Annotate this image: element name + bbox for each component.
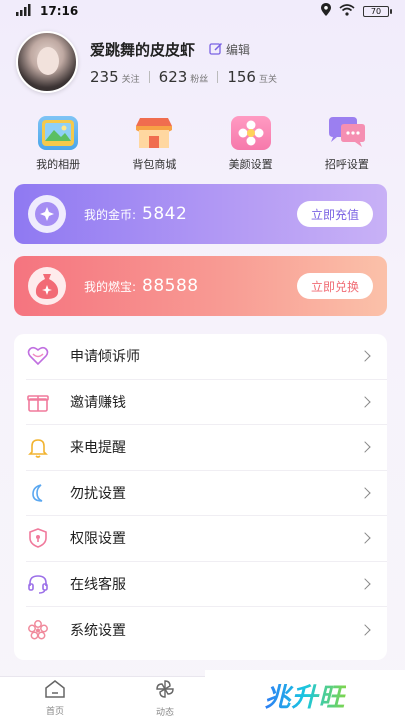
tab-home[interactable]: 首页: [0, 677, 110, 720]
location-icon: [321, 3, 331, 19]
menu-item-permissions[interactable]: 权限设置: [26, 516, 387, 562]
nickname: 爱跳舞的皮皮虾: [90, 40, 196, 59]
quick-action-shop[interactable]: 背包商城: [111, 116, 197, 176]
tab-label: 首页: [45, 707, 64, 717]
headset-icon: [26, 572, 50, 596]
heart-chat-icon: [26, 344, 50, 368]
divider: [148, 70, 150, 83]
greeting-chat-icon: [327, 116, 367, 150]
status-bar: 17:16 70: [0, 0, 405, 22]
gift-icon: [26, 390, 50, 414]
watermark: 兆升旺: [205, 670, 405, 720]
shield-icon: [26, 526, 50, 550]
bell-icon: [26, 435, 50, 459]
shop-icon: [134, 116, 174, 150]
treasure-card: 我的燃宝: 88588 立即兑换: [14, 256, 387, 316]
quick-action-album[interactable]: 我的相册: [15, 116, 101, 176]
stats-row: 235 关注 623 粉丝 156 互关: [90, 68, 277, 86]
edit-icon: [209, 42, 223, 55]
moon-icon: [26, 481, 50, 505]
mutual-count[interactable]: 156: [227, 68, 256, 86]
menu-item-label: 在线客服: [70, 576, 126, 593]
menu-item-invite[interactable]: 邀请赚钱: [26, 380, 387, 425]
quick-action-label: 我的相册: [36, 158, 81, 171]
quick-action-label: 招呼设置: [324, 158, 369, 171]
chevron-right-icon: [359, 441, 371, 453]
menu-item-label: 权限设置: [70, 531, 126, 548]
following-count[interactable]: 235: [90, 68, 119, 86]
chevron-right-icon: [359, 487, 371, 499]
signal-icon: [16, 3, 34, 19]
chevron-right-icon: [359, 350, 371, 362]
divider: [217, 70, 219, 83]
settings-flower-icon: [26, 618, 50, 642]
home-icon: [44, 680, 66, 702]
tab-label: 动态: [155, 708, 174, 718]
settings-menu: 申请倾诉师 邀请赚钱 来电提醒 勿扰设置 权限设置 在线客服 系统设置: [14, 334, 387, 660]
menu-item-apply-listener[interactable]: 申请倾诉师: [26, 334, 387, 380]
quick-action-label: 背包商城: [132, 158, 177, 171]
quick-action-label: 美颜设置: [228, 158, 273, 171]
coin-icon: [28, 195, 66, 233]
quick-action-beauty[interactable]: 美颜设置: [208, 116, 294, 176]
mutual-label: 互关: [258, 74, 277, 85]
beauty-icon: [230, 116, 271, 150]
chevron-right-icon: [359, 624, 371, 636]
quick-actions: 我的相册 背包商城 美颜设置 招呼设置: [10, 116, 395, 176]
watermark-text: 兆升旺: [264, 677, 345, 714]
followers-count[interactable]: 623: [159, 68, 188, 86]
menu-item-customer-service[interactable]: 在线客服: [26, 562, 387, 607]
pinwheel-icon: [155, 679, 175, 703]
menu-item-label: 邀请赚钱: [70, 394, 126, 411]
menu-item-label: 申请倾诉师: [70, 349, 140, 366]
treasure-label: 我的燃宝:: [84, 279, 137, 294]
battery-indicator: 70: [363, 5, 392, 17]
coin-balance: 5842: [142, 204, 188, 224]
wifi-icon: [339, 3, 355, 19]
tab-moments[interactable]: 动态: [110, 677, 220, 720]
menu-item-label: 来电提醒: [70, 440, 126, 457]
profile-header: 爱跳舞的皮皮虾 编辑 235 关注 623 粉丝 156 互关: [16, 31, 389, 93]
photo-album-icon: [38, 116, 79, 150]
status-time: 17:16: [40, 4, 79, 18]
recharge-button[interactable]: 立即充值: [296, 201, 373, 227]
menu-item-system-settings[interactable]: 系统设置: [26, 607, 387, 653]
edit-profile-button[interactable]: 编辑: [209, 41, 250, 58]
menu-item-call-reminder[interactable]: 来电提醒: [26, 425, 387, 471]
avatar[interactable]: [16, 31, 78, 93]
coin-label: 我的金币:: [84, 207, 137, 222]
exchange-button[interactable]: 立即兑换: [296, 273, 373, 299]
chevron-right-icon: [359, 578, 371, 590]
menu-item-label: 勿扰设置: [70, 485, 126, 502]
following-label: 关注: [121, 74, 140, 85]
chevron-right-icon: [359, 396, 371, 408]
quick-action-greeting[interactable]: 招呼设置: [304, 116, 390, 176]
chevron-right-icon: [359, 532, 371, 544]
menu-item-label: 系统设置: [70, 622, 126, 639]
coin-card: 我的金币: 5842 立即充值: [14, 184, 387, 244]
menu-item-do-not-disturb[interactable]: 勿扰设置: [26, 471, 387, 516]
edit-label: 编辑: [226, 42, 251, 57]
money-bag-icon: [28, 267, 66, 305]
treasure-balance: 88588: [142, 276, 199, 296]
followers-label: 粉丝: [190, 74, 209, 85]
